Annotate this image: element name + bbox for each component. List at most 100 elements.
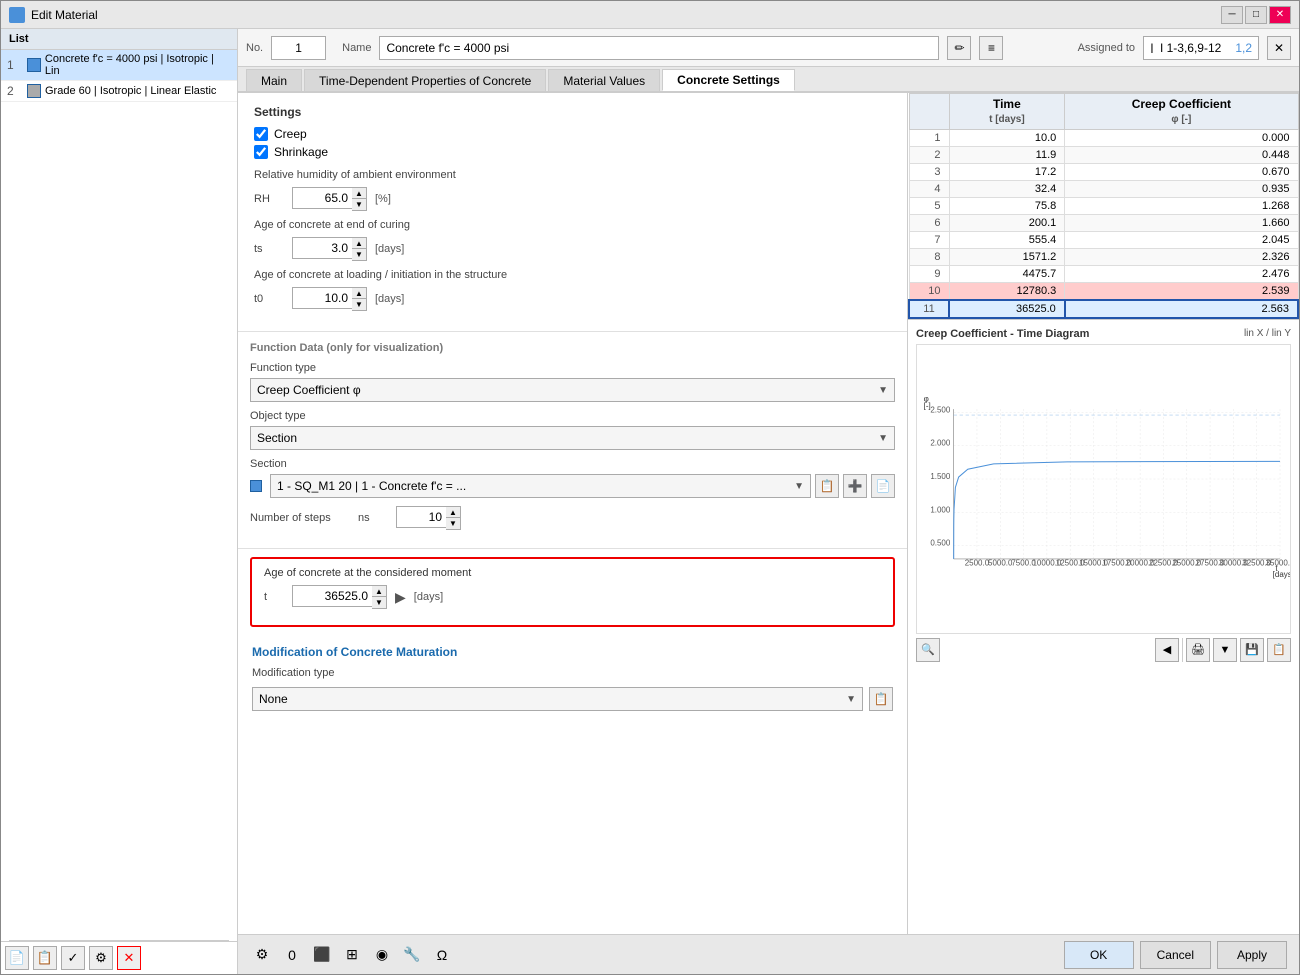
close-button[interactable]: ✕ [1269, 6, 1291, 24]
modification-title: Modification of Concrete Maturation [252, 645, 893, 659]
section-add-button[interactable]: ➕ [843, 474, 867, 498]
rh-input[interactable]: 65.0 [292, 187, 352, 209]
settings-button[interactable]: ⚙ [89, 946, 113, 970]
chart-print-arrow[interactable]: ▼ [1213, 638, 1237, 662]
chart-area: Creep Coefficient - Time Diagram lin X /… [908, 320, 1299, 934]
apply-button[interactable]: Apply [1217, 941, 1287, 969]
bottom-icon-7[interactable]: Ω [430, 943, 454, 967]
t0-input-group: 10.0 ▲ ▼ [292, 287, 367, 311]
section-dropdown[interactable]: 1 - SQ_M1 20 | 1 - Concrete f'c = ... ▼ [270, 474, 811, 498]
sidebar-item-2[interactable]: 2 Grade 60 | Isotropic | Linear Elastic [1, 81, 237, 102]
modification-edit-button[interactable]: 📋 [869, 687, 893, 711]
t-input[interactable]: 36525.0 [292, 585, 372, 607]
table-row: 211.90.448 [909, 146, 1298, 163]
table-row: 7555.42.045 [909, 231, 1298, 248]
row-time-5: 75.8 [949, 197, 1065, 214]
ns-spin-up[interactable]: ▲ [446, 507, 460, 518]
col-num-header [909, 94, 949, 130]
shrinkage-row: Shrinkage [254, 145, 891, 159]
row-time-8: 1571.2 [949, 248, 1065, 265]
title-bar: Edit Material ─ □ ✕ [1, 1, 1299, 29]
function-type-label: Function type [250, 362, 350, 374]
top-bar: No. 1 Name Concrete f'c = 4000 psi ✏ ≡ A… [238, 29, 1299, 67]
row-num-4: 4 [909, 180, 949, 197]
data-table: Time t [days] Creep Coefficient φ [-] [908, 93, 1299, 319]
chart-copy-button[interactable]: 📋 [1267, 638, 1291, 662]
assigned-remove-button[interactable]: ✕ [1267, 36, 1291, 60]
ts-spin-down[interactable]: ▼ [352, 249, 366, 260]
row-time-3: 17.2 [949, 163, 1065, 180]
bottom-icon-2[interactable]: 0 [280, 943, 304, 967]
i-beam-icon: I [1150, 40, 1154, 56]
row-num-5: 5 [909, 197, 949, 214]
bottom-bar: ⚙ 0 ⬛ ⊞ ◉ 🔧 Ω OK Cancel Apply [238, 934, 1299, 974]
t0-input[interactable]: 10.0 [292, 287, 352, 309]
check-button[interactable]: ✓ [61, 946, 85, 970]
t0-spin-down[interactable]: ▼ [352, 299, 366, 310]
row-coeff-4: 0.935 [1065, 180, 1298, 197]
delete-button[interactable]: ✕ [117, 946, 141, 970]
modification-type-label: Modification type [252, 667, 352, 679]
t-sub: t [264, 591, 284, 603]
t-row: t 36525.0 ▲ ▼ ▶ [days] [264, 585, 881, 609]
t-spin-up[interactable]: ▲ [372, 586, 386, 597]
tab-main[interactable]: Main [246, 69, 302, 91]
shrinkage-checkbox[interactable] [254, 145, 268, 159]
edit-name-button[interactable]: ✏ [947, 36, 971, 60]
add-button[interactable]: 📄 [5, 946, 29, 970]
ts-section: Age of concrete at end of curing ts 3.0 … [254, 219, 891, 261]
t0-spin-up[interactable]: ▲ [352, 288, 366, 299]
section-copy-button[interactable]: 📄 [871, 474, 895, 498]
sidebar-item-1[interactable]: 1 Concrete f'c = 4000 psi | Isotropic | … [1, 50, 237, 81]
ts-input[interactable]: 3.0 [292, 237, 352, 259]
svg-text:1.000: 1.000 [930, 505, 951, 514]
row-num-2: 2 [909, 146, 949, 163]
row-coeff-8: 2.326 [1065, 248, 1298, 265]
tab-concrete-settings[interactable]: Concrete Settings [662, 69, 795, 91]
object-type-dropdown[interactable]: Section ▼ [250, 426, 895, 450]
t-spin-down[interactable]: ▼ [372, 597, 386, 608]
ts-spin-up[interactable]: ▲ [352, 238, 366, 249]
section-edit-button[interactable]: 📋 [815, 474, 839, 498]
row-coeff-2: 0.448 [1065, 146, 1298, 163]
ts-input-group: 3.0 ▲ ▼ [292, 237, 367, 261]
zoom-button[interactable]: 🔍 [916, 638, 940, 662]
assigned-section: Assigned to I I 1-3,6,9-12 1,2 ✕ [1078, 36, 1291, 60]
bottom-icon-3[interactable]: ⬛ [310, 943, 334, 967]
function-type-dropdown[interactable]: Creep Coefficient φ ▼ [250, 378, 895, 402]
maximize-button[interactable]: □ [1245, 6, 1267, 24]
bottom-icon-5[interactable]: ◉ [370, 943, 394, 967]
rh-spinners: ▲ ▼ [352, 187, 367, 211]
chart-mode: lin X / lin Y [1244, 328, 1291, 339]
table-row: 432.40.935 [909, 180, 1298, 197]
name-section: Name Concrete f'c = 4000 psi ✏ ≡ [342, 36, 1061, 60]
assigned-value2: 1,2 [1235, 41, 1252, 55]
bottom-icon-6[interactable]: 🔧 [400, 943, 424, 967]
rh-spin-up[interactable]: ▲ [352, 188, 366, 199]
rh-input-group: 65.0 ▲ ▼ [292, 187, 367, 211]
ns-input[interactable]: 10 [396, 506, 446, 528]
ok-button[interactable]: OK [1064, 941, 1134, 969]
ns-spin-down[interactable]: ▼ [446, 518, 460, 529]
chart-container: φ [-] 2.500 2.000 1.500 1.000 0.500 [916, 344, 1291, 634]
svg-text:0.500: 0.500 [930, 538, 951, 547]
minimize-button[interactable]: ─ [1221, 6, 1243, 24]
name-extra-button[interactable]: ≡ [979, 36, 1003, 60]
cancel-button[interactable]: Cancel [1140, 941, 1211, 969]
copy-button[interactable]: 📋 [33, 946, 57, 970]
name-value[interactable]: Concrete f'c = 4000 psi [379, 36, 939, 60]
creep-checkbox[interactable] [254, 127, 268, 141]
sidebar: List 1 Concrete f'c = 4000 psi | Isotrop… [1, 29, 238, 974]
chart-print-button[interactable]: 🖨 [1186, 638, 1210, 662]
bottom-icon-1[interactable]: ⚙ [250, 943, 274, 967]
main-window: Edit Material ─ □ ✕ List 1 Concrete f'c … [0, 0, 1300, 975]
bottom-icon-4[interactable]: ⊞ [340, 943, 364, 967]
title-bar-left: Edit Material [9, 7, 98, 23]
tab-time-dependent[interactable]: Time-Dependent Properties of Concrete [304, 69, 546, 91]
modification-dropdown[interactable]: None ▼ [252, 687, 863, 711]
chart-back-button[interactable]: ◀ [1155, 638, 1179, 662]
tab-material-values[interactable]: Material Values [548, 69, 660, 91]
chart-export-button[interactable]: 💾 [1240, 638, 1264, 662]
rh-spin-down[interactable]: ▼ [352, 199, 366, 210]
table-row: 1136525.02.563 [909, 300, 1298, 318]
